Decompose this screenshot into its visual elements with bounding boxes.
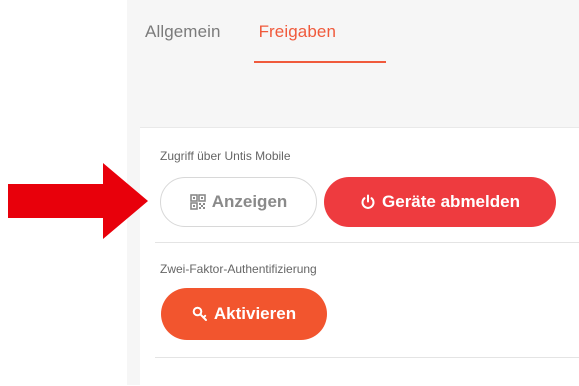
tab-freigaben[interactable]: Freigaben: [259, 18, 336, 64]
section-divider: [155, 242, 579, 243]
show-qr-button[interactable]: Anzeigen: [160, 177, 317, 227]
qr-code-icon: [189, 194, 206, 210]
sharing-card: [140, 127, 579, 386]
logout-devices-label: Geräte abmelden: [382, 192, 520, 211]
two-factor-label: Zwei-Faktor-Authentifizierung: [160, 262, 317, 276]
red-arrow-icon: [8, 163, 148, 244]
power-icon: [360, 194, 376, 210]
tab-allgemein[interactable]: Allgemein: [145, 18, 221, 64]
show-qr-label: Anzeigen: [211, 192, 288, 211]
bottom-divider: [155, 357, 579, 358]
tab-bar: Allgemein Freigaben: [145, 18, 336, 64]
activate-2fa-button[interactable]: Aktivieren: [161, 288, 327, 340]
logout-devices-button[interactable]: Geräte abmelden: [324, 177, 556, 227]
activate-2fa-label: Aktivieren: [213, 304, 297, 323]
key-icon: [192, 306, 208, 322]
active-tab-indicator: [254, 61, 386, 63]
mobile-access-label: Zugriff über Untis Mobile: [160, 149, 291, 163]
